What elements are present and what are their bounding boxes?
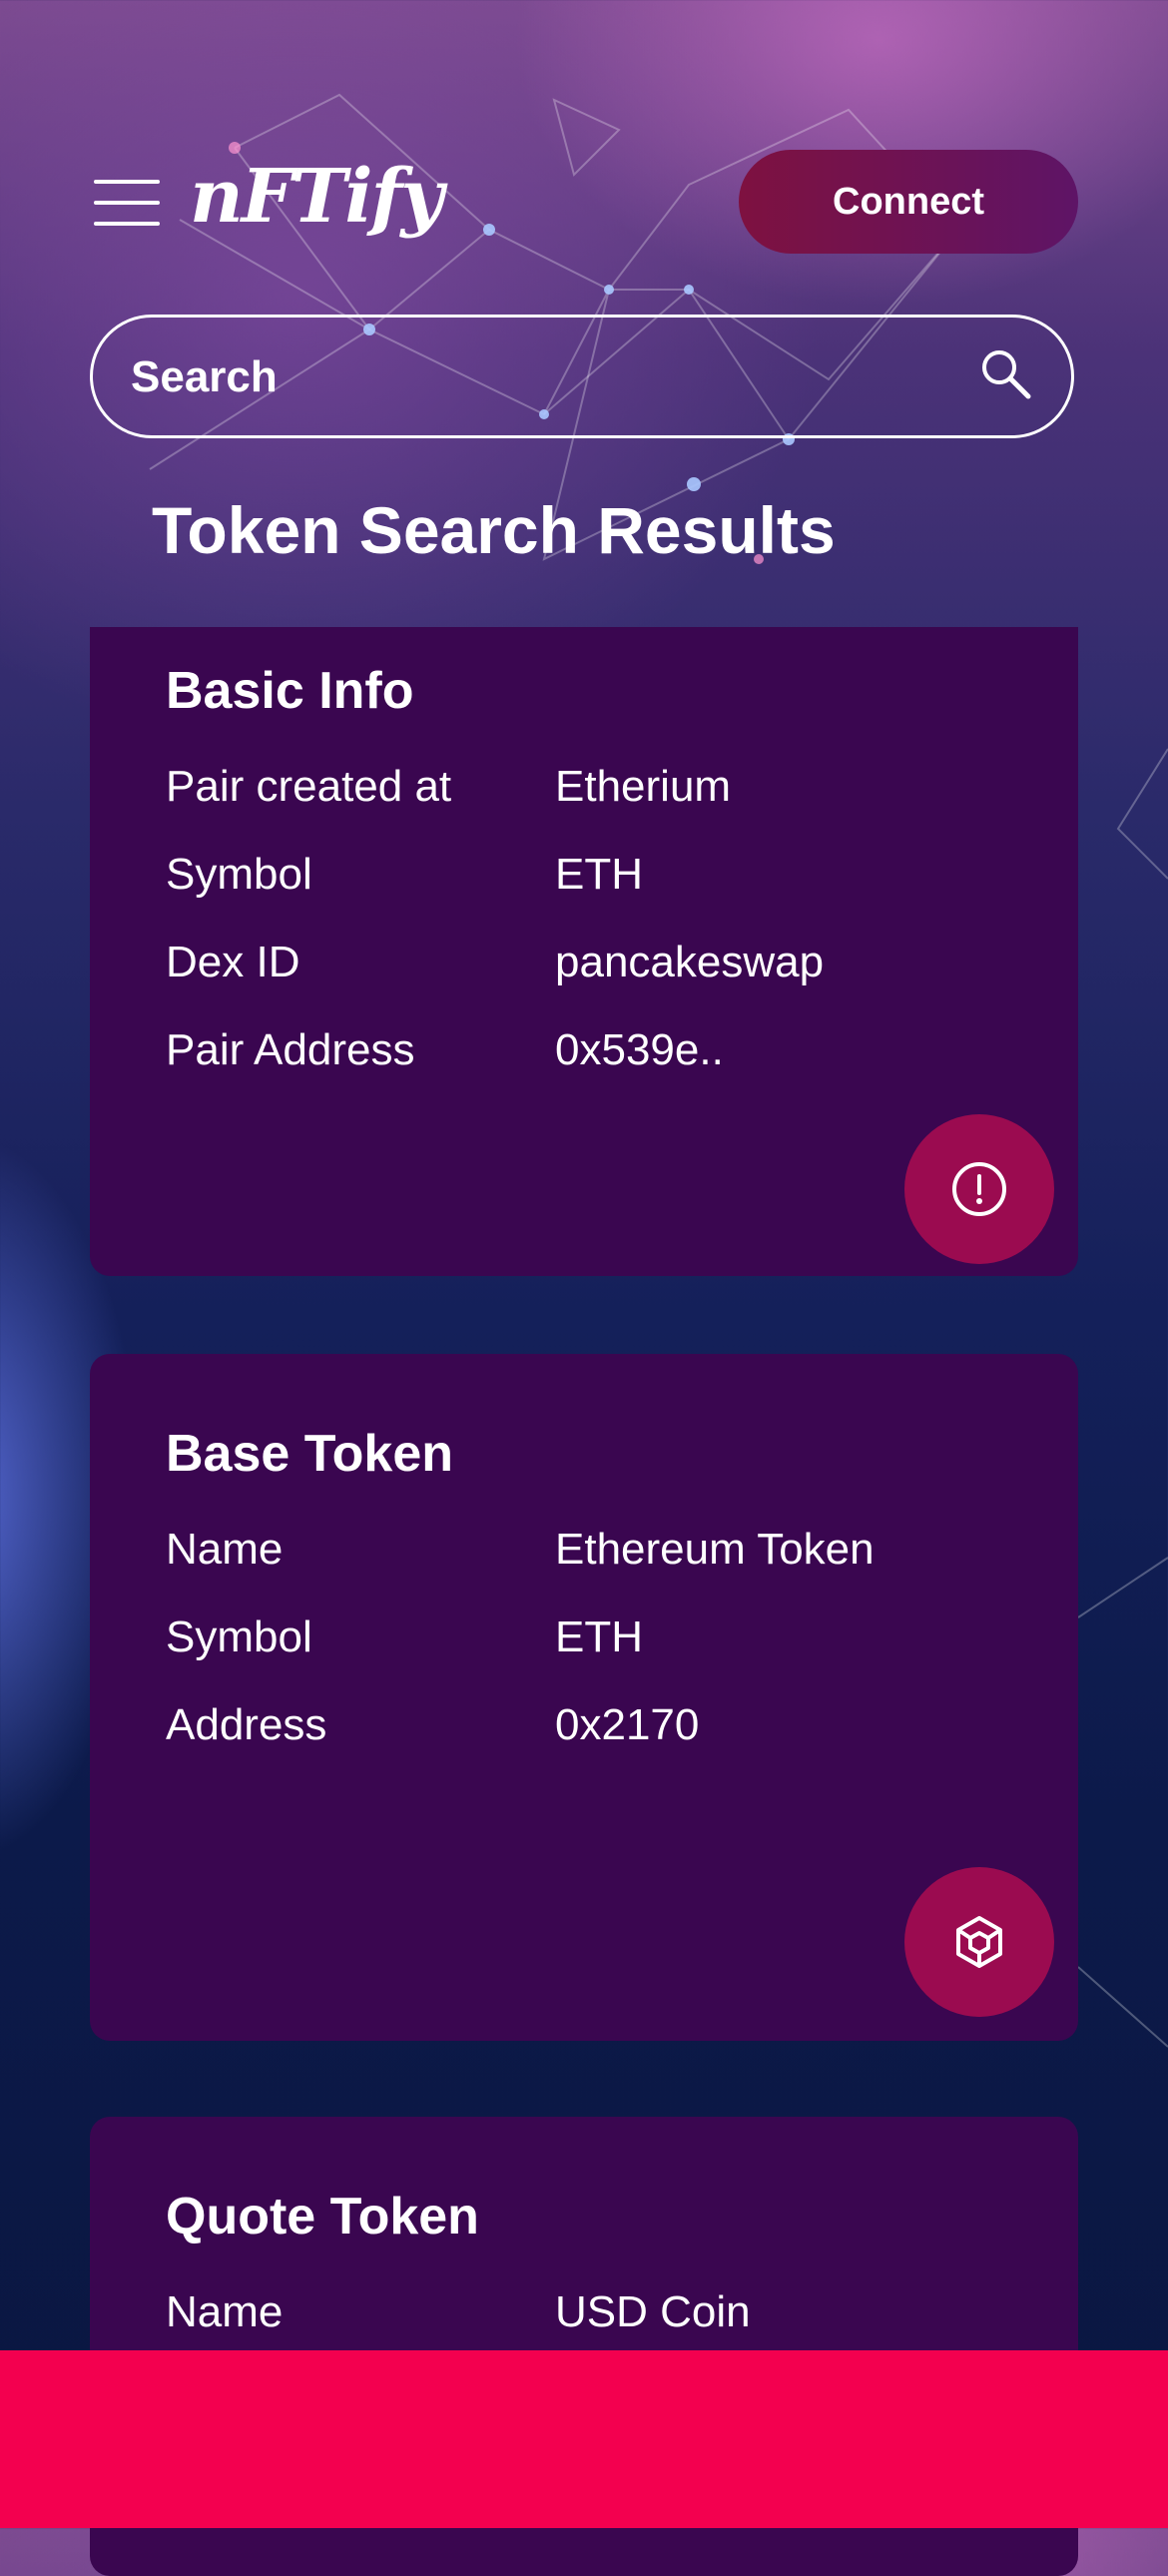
menu-icon[interactable] <box>94 178 160 228</box>
cube-icon <box>956 1916 1002 1968</box>
row-value: USD Coin <box>555 2287 751 2336</box>
row-label: Pair Address <box>166 1025 415 1074</box>
info-row: Pair Address 0x539e.. <box>166 1028 724 1072</box>
row-value: ETH <box>555 850 643 899</box>
row-label: Name <box>166 2287 284 2336</box>
info-row: Symbol ETH <box>166 1615 643 1659</box>
info-row: Symbol ETH <box>166 853 643 897</box>
app-logo[interactable]: nFTify <box>190 160 443 234</box>
card-title: Base Token <box>166 1425 454 1483</box>
info-circle-icon <box>952 1162 1006 1216</box>
token-button[interactable] <box>904 1867 1054 2017</box>
row-value: pancakeswap <box>555 938 825 986</box>
card-title: Basic Info <box>166 662 414 720</box>
info-button[interactable] <box>904 1114 1054 1264</box>
info-row: Pair created at Etherium <box>166 765 731 809</box>
search-bar <box>90 315 1074 438</box>
basic-info-card: Basic Info Pair created at Etherium Symb… <box>90 627 1078 1276</box>
info-row: Dex ID pancakeswap <box>166 941 824 984</box>
info-row: Name Ethereum Token <box>166 1528 875 1572</box>
info-row: Name USD Coin <box>166 2290 751 2334</box>
row-label: Name <box>166 1525 284 1574</box>
row-value: Ethereum Token <box>555 1525 875 1574</box>
card-title: Quote Token <box>166 2188 479 2246</box>
base-token-card: Base Token Name Ethereum Token Symbol ET… <box>90 1354 1078 2041</box>
row-value: ETH <box>555 1612 643 1661</box>
bottom-bar <box>0 2350 1168 2528</box>
row-label: Address <box>166 1700 327 1749</box>
row-value: 0x2170 <box>555 1700 700 1749</box>
row-value: Etherium <box>555 762 732 811</box>
row-value: 0x539e.. <box>555 1025 724 1074</box>
connect-wallet-button[interactable]: Connect <box>739 150 1078 254</box>
row-label: Pair created at <box>166 762 452 811</box>
row-label: Symbol <box>166 850 312 899</box>
row-label: Symbol <box>166 1612 312 1661</box>
search-input[interactable] <box>129 318 951 437</box>
page-title: Token Search Results <box>152 493 836 567</box>
row-label: Dex ID <box>166 938 300 986</box>
info-row: Address 0x2170 <box>166 1703 699 1747</box>
search-icon[interactable] <box>977 345 1033 401</box>
